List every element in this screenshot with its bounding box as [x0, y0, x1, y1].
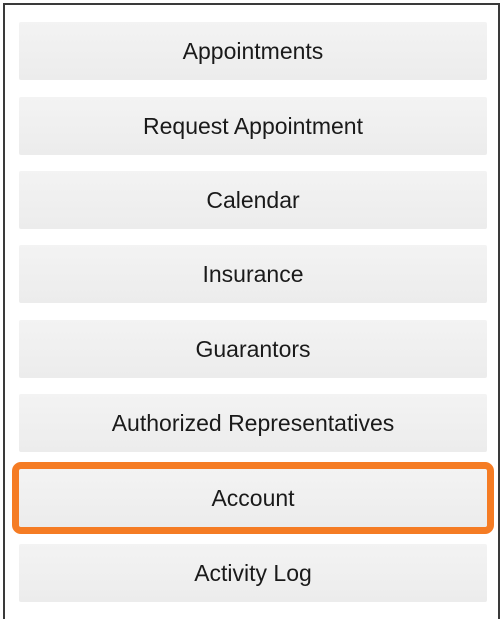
menu-item-label: Appointments	[182, 37, 324, 64]
menu-item-request-appointment[interactable]: Request Appointment	[19, 97, 487, 155]
menu-item-insurance[interactable]: Insurance	[19, 245, 487, 303]
menu-item-label: Authorized Representatives	[111, 409, 395, 436]
menu-item-label: Account	[211, 484, 295, 511]
menu-item-calendar[interactable]: Calendar	[19, 171, 487, 229]
menu-item-appointments[interactable]: Appointments	[19, 22, 487, 80]
menu-panel: Appointments Request Appointment Calenda…	[3, 3, 500, 619]
menu-item-label: Calendar	[206, 186, 300, 213]
menu-item-label: Request Appointment	[143, 112, 363, 139]
menu-item-label: Activity Log	[194, 559, 312, 586]
menu-item-authorized-representatives[interactable]: Authorized Representatives	[19, 394, 487, 452]
menu-item-label: Guarantors	[195, 335, 311, 362]
menu-item-activity-log[interactable]: Activity Log	[19, 544, 487, 602]
menu-item-guarantors[interactable]: Guarantors	[19, 320, 487, 378]
menu-item-label: Insurance	[202, 260, 304, 287]
menu-item-account[interactable]: Account	[12, 462, 494, 534]
